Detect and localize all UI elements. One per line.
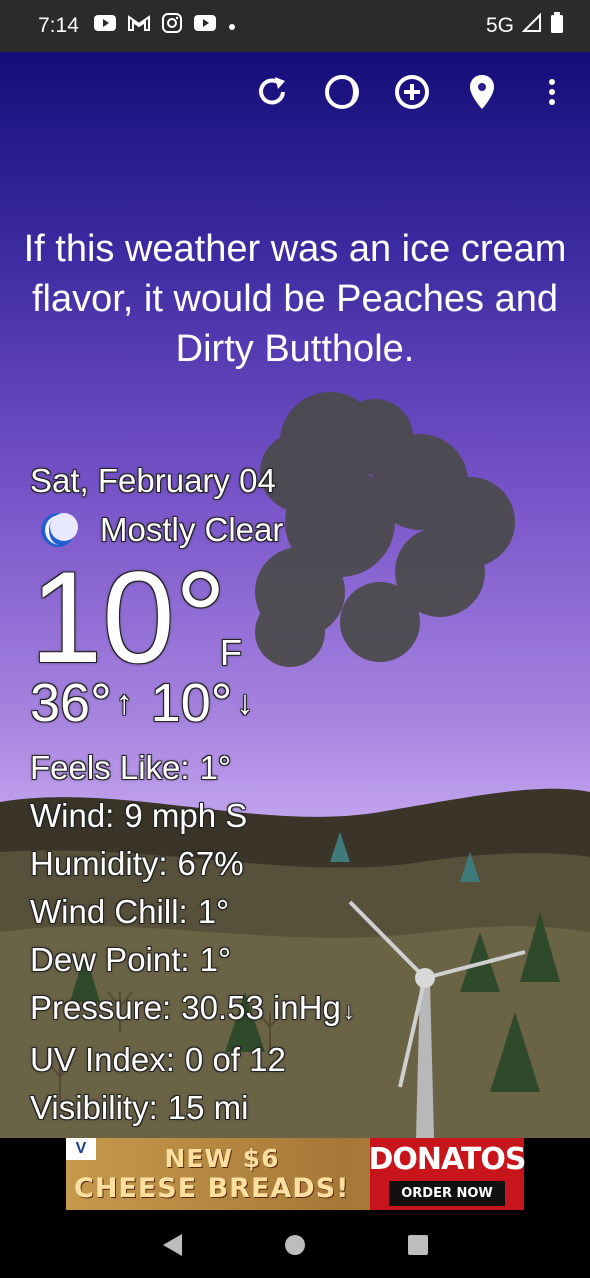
signal-icon bbox=[521, 12, 542, 39]
detail-value: 1° bbox=[197, 893, 230, 930]
detail-value: 67% bbox=[177, 845, 244, 882]
detail-value: 15 mi bbox=[167, 1089, 249, 1126]
detail-label: Wind: bbox=[30, 797, 115, 834]
status-right: 5G bbox=[486, 12, 564, 40]
back-icon[interactable] bbox=[157, 1230, 187, 1260]
youtube-icon bbox=[193, 14, 217, 38]
low-temperature: 10° bbox=[150, 673, 233, 733]
ad-order-now-button[interactable]: ORDER NOW bbox=[389, 1181, 505, 1206]
detail-visibility: Visibility: 15 mi bbox=[30, 1084, 355, 1132]
weather-quote: If this weather was an ice cream flavor,… bbox=[23, 228, 567, 370]
ad-text: NEW $6 CHEESE BREADS! bbox=[66, 1144, 370, 1204]
high-temperature: 36° bbox=[30, 673, 112, 733]
detail-value: 1° bbox=[199, 941, 232, 978]
weather-details: Feels Like: 1° Wind: 9 mph S Humidity: 67% … bbox=[30, 744, 355, 1132]
add-location-icon[interactable] bbox=[392, 72, 432, 112]
detail-label: Dew Point: bbox=[30, 941, 190, 978]
recents-icon[interactable] bbox=[403, 1230, 433, 1260]
weather-scene: If this weather was an ice cream flavor,… bbox=[0, 52, 590, 1138]
location-pin-icon[interactable] bbox=[462, 72, 502, 112]
ad-line-2: CHEESE BREADS! bbox=[74, 1173, 350, 1204]
status-bar: 7:14 5G bbox=[0, 0, 590, 52]
status-time: 7:14 bbox=[38, 14, 79, 37]
gmail-icon bbox=[127, 14, 151, 38]
detail-value: 1° bbox=[199, 749, 232, 786]
detail-uv-index: UV Index: 0 of 12 bbox=[30, 1036, 355, 1084]
detail-value: 0 of 12 bbox=[184, 1041, 286, 1078]
instagram-icon bbox=[161, 12, 183, 40]
youtube-icon bbox=[93, 14, 117, 38]
ad-brand: DONATOS bbox=[368, 1142, 527, 1177]
detail-label: UV Index: bbox=[30, 1041, 175, 1078]
dot-icon bbox=[227, 14, 237, 38]
detail-humidity: Humidity: 67% bbox=[30, 840, 355, 888]
detail-value: 9 mph S bbox=[124, 797, 248, 834]
home-icon[interactable] bbox=[280, 1230, 310, 1260]
detail-pressure: Pressure: 30.53 inHg↓ bbox=[30, 984, 355, 1036]
detail-wind-chill: Wind Chill: 1° bbox=[30, 888, 355, 936]
temperature-unit: F bbox=[220, 632, 242, 673]
arrow-up-icon: ↑ bbox=[115, 683, 133, 722]
pressure-falling-icon: ↓ bbox=[342, 998, 355, 1025]
high-low-row: 36° ↑ 10° ↓ bbox=[30, 672, 271, 734]
ad-line-1: NEW $6 bbox=[164, 1144, 280, 1173]
detail-label: Visibility: bbox=[30, 1089, 158, 1126]
ad-brand-panel: DONATOS ORDER NOW bbox=[368, 1138, 527, 1210]
arrow-down-icon: ↓ bbox=[236, 683, 254, 722]
detail-value: 30.53 inHg bbox=[181, 989, 341, 1026]
detail-wind: Wind: 9 mph S bbox=[30, 792, 355, 840]
ad-logo: V bbox=[66, 1138, 96, 1160]
navigation-bar bbox=[0, 1212, 590, 1278]
ad-bar: V NEW $6 CHEESE BREADS! DONATOS ORDER NO… bbox=[0, 1138, 590, 1212]
detail-feels-like: Feels Like: 1° bbox=[30, 744, 355, 792]
ad-banner[interactable]: V NEW $6 CHEESE BREADS! DONATOS ORDER NO… bbox=[66, 1138, 527, 1210]
network-label: 5G bbox=[485, 14, 514, 37]
refresh-icon[interactable] bbox=[252, 72, 292, 112]
detail-label: Wind Chill: bbox=[30, 893, 188, 930]
more-vert-icon[interactable] bbox=[532, 72, 572, 112]
date-label: Sat, February 04 bbox=[30, 462, 276, 499]
detail-label: Feels Like: bbox=[30, 749, 190, 786]
detail-label: Humidity: bbox=[30, 845, 168, 882]
detail-label: Pressure: bbox=[30, 989, 172, 1026]
battery-icon bbox=[550, 12, 564, 40]
current-temperature: 10° bbox=[30, 544, 227, 690]
detail-dew-point: Dew Point: 1° bbox=[30, 936, 355, 984]
theme-icon[interactable] bbox=[322, 72, 362, 112]
toolbar bbox=[252, 72, 572, 112]
